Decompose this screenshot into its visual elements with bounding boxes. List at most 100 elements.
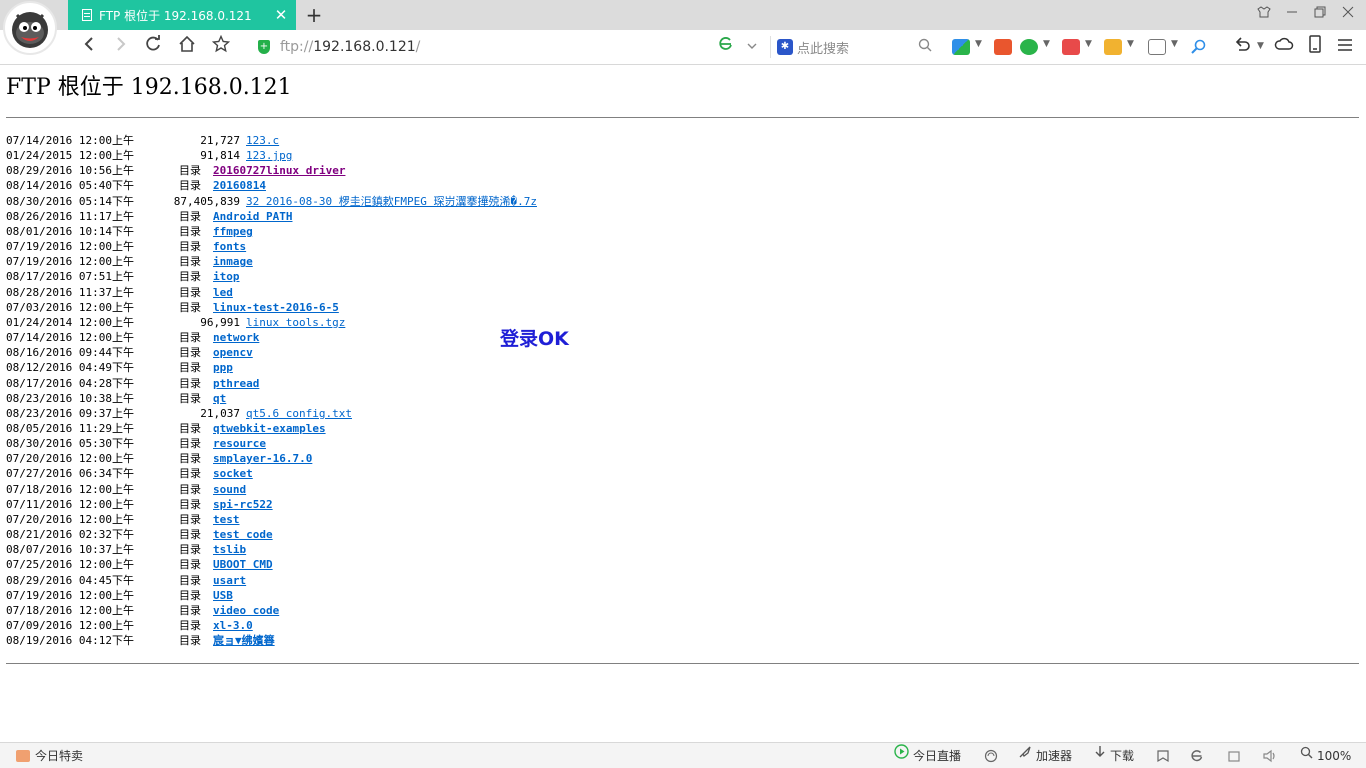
folder-link[interactable]: tslib <box>213 542 246 557</box>
restore-icon[interactable] <box>1306 0 1334 30</box>
minimize-icon[interactable] <box>1278 0 1306 30</box>
search-icon[interactable] <box>918 38 932 56</box>
folder-link[interactable]: test code <box>213 527 273 542</box>
folder-link[interactable]: video code <box>213 603 279 618</box>
tab-bar: FTP 根位于 192.168.0.121 ✕ + <box>0 0 1366 55</box>
entry-dir-label: 目录 <box>179 164 201 178</box>
folder-link[interactable]: pthread <box>213 376 259 391</box>
listing-row: 08/29/2016 04:45下午 目录 usart <box>6 573 806 588</box>
folder-link[interactable]: 宸ョ▼绋嬪簭 <box>213 633 275 648</box>
calendar-icon[interactable] <box>994 39 1012 55</box>
volume-icon[interactable] <box>1262 743 1278 768</box>
apps-dropdown-icon[interactable]: ▼ <box>975 39 982 49</box>
url-scheme: ftp:// <box>280 39 314 55</box>
translate-dropdown-icon[interactable]: ▼ <box>1085 39 1092 49</box>
folder-link[interactable]: UBOOT CMD <box>213 557 273 572</box>
new-tab-button[interactable]: + <box>302 2 326 28</box>
entry-date: 07/20/2016 12:00上午 <box>6 452 134 466</box>
bookmark-star-icon[interactable] <box>208 34 234 59</box>
screenshot-icon[interactable] <box>1148 39 1166 55</box>
ie-engine-icon[interactable] <box>1190 743 1204 768</box>
folder-link[interactable]: socket <box>213 466 253 481</box>
folder-link[interactable]: fonts <box>213 239 246 254</box>
listing-row: 01/24/2014 12:00上午 96,991 linux tools.tgz <box>6 315 806 330</box>
screenshot-dropdown-icon[interactable]: ▼ <box>1171 39 1178 49</box>
folder-link[interactable]: qtwebkit-examples <box>213 421 326 436</box>
entry-size: 91,814 <box>200 149 240 163</box>
accelerator-button[interactable]: 加速器 <box>1018 743 1072 768</box>
tab-ftp[interactable]: FTP 根位于 192.168.0.121 ✕ <box>68 0 296 30</box>
listing-row: 08/17/2016 07:51上午 目录 itop <box>6 269 806 284</box>
file-link[interactable]: 123.c <box>246 133 279 148</box>
forward-icon[interactable] <box>108 35 134 59</box>
search-input[interactable]: 点此搜索 <box>797 38 849 57</box>
zoom-control[interactable]: 100% <box>1300 743 1351 768</box>
close-window-icon[interactable] <box>1334 0 1362 30</box>
entry-dir-label: 目录 <box>179 361 201 375</box>
games-dropdown-icon[interactable]: ▼ <box>1127 39 1134 49</box>
home-icon[interactable] <box>174 35 200 59</box>
live-stream-link[interactable]: 今日直播 <box>894 743 961 768</box>
tab-title: FTP 根位于 192.168.0.121 <box>99 8 252 23</box>
undo-dropdown-icon[interactable]: ▼ <box>1257 41 1264 51</box>
listing-row: 07/14/2016 12:00上午 目录 network <box>6 330 806 345</box>
folder-link[interactable]: ffmpeg <box>213 224 253 239</box>
tab-close-button[interactable]: ✕ <box>270 6 292 24</box>
refresh-status-icon[interactable] <box>984 743 998 768</box>
window-mode-icon[interactable] <box>1227 743 1241 768</box>
listing-row: 01/24/2015 12:00上午 91,814 123.jpg <box>6 148 806 163</box>
folder-link[interactable]: opencv <box>213 345 253 360</box>
folder-link[interactable]: 20160727linux driver <box>213 163 345 178</box>
folder-link[interactable]: Android PATH <box>213 209 292 224</box>
folder-link[interactable]: itop <box>213 269 240 284</box>
skin-icon[interactable] <box>1250 0 1278 30</box>
user-avatar[interactable] <box>3 1 57 55</box>
folder-link[interactable]: 20160814 <box>213 178 266 193</box>
download-button[interactable]: 下载 <box>1094 743 1134 768</box>
address-bar[interactable]: + ftp:// 192.168.0.121 / <box>254 36 764 58</box>
folder-link[interactable]: USB <box>213 588 233 603</box>
mobile-icon[interactable] <box>1303 35 1327 59</box>
daily-deals-link[interactable]: 今日特卖 <box>16 743 83 768</box>
rocket-icon <box>1018 743 1032 768</box>
listing-row: 08/21/2016 02:32下午 目录 test code <box>6 527 806 542</box>
folder-link[interactable]: usart <box>213 573 246 588</box>
entry-date: 07/09/2016 12:00上午 <box>6 619 134 632</box>
ie-mode-icon[interactable] <box>716 35 736 59</box>
listing-row: 08/29/2016 10:56上午 目录 20160727linux driver <box>6 163 806 178</box>
back-icon[interactable] <box>76 35 102 59</box>
folder-link[interactable]: qt <box>213 391 226 406</box>
folder-link[interactable]: ppp <box>213 360 233 375</box>
folder-link[interactable]: linux-test-2016-6-5 <box>213 300 339 315</box>
folder-link[interactable]: network <box>213 330 259 345</box>
wallet-dropdown-icon[interactable]: ▼ <box>1043 39 1050 49</box>
folder-link[interactable]: led <box>213 285 233 300</box>
entry-date: 08/23/2016 10:38上午 <box>6 391 134 405</box>
folder-link[interactable]: inmage <box>213 254 253 269</box>
file-link[interactable]: qt5.6 config.txt <box>246 406 352 421</box>
entry-date: 08/17/2016 04:28下午 <box>6 376 134 390</box>
folder-link[interactable]: smplayer-16.7.0 <box>213 451 312 466</box>
search-box[interactable]: ✱ 点此搜索 <box>770 36 936 58</box>
file-link[interactable]: 123.jpg <box>246 148 292 163</box>
games-icon[interactable] <box>1104 39 1122 55</box>
entry-date: 07/27/2016 06:34下午 <box>6 467 134 481</box>
file-link[interactable]: linux tools.tgz <box>246 315 345 330</box>
wallet-icon[interactable] <box>1020 39 1038 55</box>
folder-link[interactable]: resource <box>213 436 266 451</box>
folder-link[interactable]: spi-rc522 <box>213 497 273 512</box>
url-dropdown-icon[interactable] <box>742 35 762 59</box>
file-link[interactable]: 32 2016-08-30 椤圭洰鎮欶FMPEG 琛岃瀷搴撶殑浠�.7z <box>246 194 537 209</box>
listing-row: 08/28/2016 11:37上午 目录 led <box>6 285 806 300</box>
undo-icon[interactable] <box>1230 35 1254 59</box>
folder-link[interactable]: sound <box>213 482 246 497</box>
menu-icon[interactable] <box>1333 35 1357 59</box>
apps-grid-icon[interactable] <box>952 39 970 55</box>
zoom-search-icon[interactable] <box>1190 39 1208 55</box>
folder-link[interactable]: test <box>213 512 240 527</box>
translate-icon[interactable] <box>1062 39 1080 55</box>
refresh-icon[interactable] <box>140 35 166 59</box>
reader-mode-icon[interactable] <box>1156 743 1170 768</box>
cloud-icon[interactable] <box>1272 35 1296 59</box>
folder-link[interactable]: xl-3.0 <box>213 618 253 633</box>
